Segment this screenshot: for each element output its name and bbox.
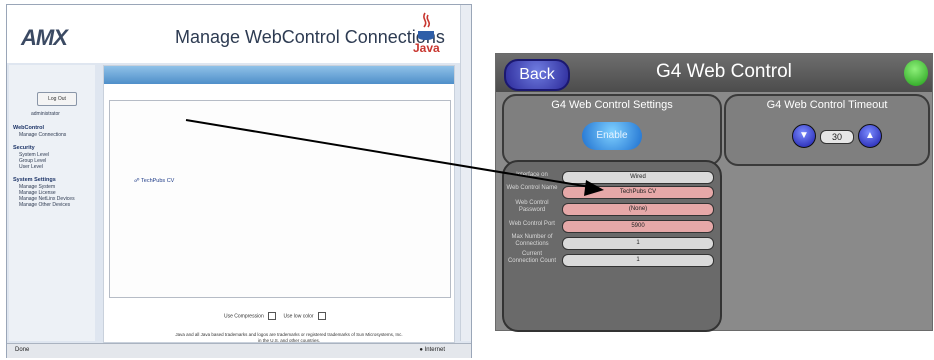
- settings-title: G4 Web Control Settings: [551, 99, 673, 111]
- timeout-title: G4 Web Control Timeout: [766, 99, 888, 111]
- content-header-bar: [104, 66, 454, 84]
- logout-button[interactable]: Log Out: [37, 92, 77, 106]
- timeout-value: 30: [820, 130, 854, 144]
- browser-scrollbar[interactable]: [460, 5, 471, 341]
- field-label: Interface on: [516, 172, 548, 178]
- arrow-up-icon: ▲: [865, 130, 875, 141]
- status-bar: Done ● Internet: [7, 343, 471, 358]
- timeout-up-button[interactable]: ▲: [858, 124, 882, 148]
- page-title: Manage WebControl Connections: [175, 27, 445, 47]
- enable-button[interactable]: Enable: [582, 122, 642, 150]
- panel-title: G4 Web Control: [656, 61, 792, 82]
- settings-fields: Interface on Wired Web Control Name Tech…: [502, 160, 722, 332]
- field-label: Web Control Port: [509, 221, 555, 227]
- settings-box: G4 Web Control Settings Enable: [502, 94, 722, 166]
- nav-item-manage-other-devices[interactable]: Manage Other Devices: [19, 202, 70, 208]
- sidebar: Log Out administrator WebControl Manage …: [9, 65, 95, 341]
- globe-icon: ●: [419, 347, 423, 353]
- back-button[interactable]: Back: [504, 59, 570, 91]
- java-label: Java: [413, 41, 440, 55]
- field-label: Web Control Name: [506, 185, 558, 191]
- use-low-color-label: Use low color: [283, 313, 314, 320]
- field-label: Web Control Password: [515, 200, 549, 213]
- page-header: AMX Manage WebControl Connections Java: [7, 5, 461, 63]
- use-compression-label: Use Compression: [224, 313, 264, 320]
- nav-head-webcontrol[interactable]: WebControl: [13, 125, 44, 131]
- use-low-color-checkbox[interactable]: [317, 312, 326, 320]
- timeout-down-button[interactable]: ▼: [792, 124, 816, 148]
- max-connections-field: 1: [562, 237, 714, 250]
- user-name: administrator: [31, 111, 60, 117]
- browser-window: AMX Manage WebControl Connections Java L…: [6, 4, 472, 358]
- use-compression-checkbox[interactable]: [268, 312, 277, 320]
- web-control-name-field[interactable]: TechPubs CV: [562, 186, 714, 199]
- connection-count-field: 1: [562, 254, 714, 267]
- web-control-port-field[interactable]: 5900: [562, 220, 714, 233]
- home-button[interactable]: [904, 60, 928, 86]
- status-done: Done: [15, 347, 30, 353]
- connection-link[interactable]: ☍ TechPubs CV: [134, 178, 174, 184]
- interface-field[interactable]: Wired: [562, 171, 714, 184]
- status-zone: ● Internet: [419, 347, 445, 353]
- connection-icon: ☍: [134, 178, 140, 184]
- nav-head-security[interactable]: Security: [13, 145, 35, 151]
- field-label: Max Number of Connections: [511, 234, 553, 247]
- touch-panel-page: Back G4 Web Control G4 Web Control Setti…: [495, 53, 933, 332]
- web-control-password-field[interactable]: (None): [562, 203, 714, 216]
- main-content: ☍ TechPubs CV Use Compression Use low co…: [103, 65, 455, 343]
- nav-item-manage-connections[interactable]: Manage Connections: [19, 132, 66, 138]
- options-row: Use Compression Use low color: [224, 312, 332, 320]
- timeout-box: G4 Web Control Timeout ▼ 30 ▲: [724, 94, 930, 166]
- connection-link-label: TechPubs CV: [141, 178, 175, 184]
- connections-panel: [109, 100, 451, 298]
- status-zone-label: Internet: [424, 347, 445, 353]
- arrow-down-icon: ▼: [799, 130, 809, 141]
- nav-head-system-settings[interactable]: System Settings: [13, 177, 56, 183]
- panel-top-bar: Back G4 Web Control: [496, 54, 932, 92]
- nav-item-user-level[interactable]: User Level: [19, 164, 43, 170]
- field-label: Current Connection Count: [507, 251, 557, 264]
- amx-logo: AMX: [21, 25, 68, 50]
